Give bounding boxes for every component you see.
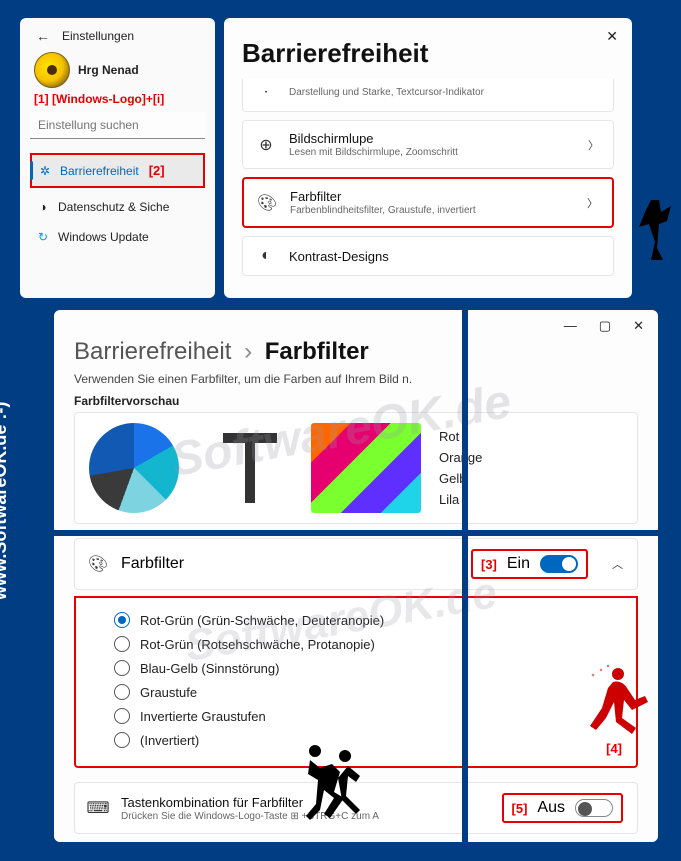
palette-icon: 🎨︎	[258, 194, 276, 212]
radio-icon	[114, 732, 130, 748]
page-title: Barrierefreiheit	[242, 38, 614, 69]
avatar-sunflower-icon	[34, 52, 70, 88]
radio-label: Invertierte Graustufen	[140, 709, 266, 724]
color-list: Rot Orange Gelb Lila	[439, 429, 482, 507]
radio-inverted-grayscale[interactable]: Invertierte Graustufen	[114, 704, 622, 728]
flower-image-icon	[311, 423, 421, 513]
watermark-side: www.SoftwareOK.de :-)	[0, 402, 11, 600]
color-purple: Lila	[439, 492, 482, 507]
card-magnifier-sub: Lesen mit Bildschirmlupe, Zoomschritt	[289, 147, 574, 158]
nav-update-label: Windows Update	[58, 230, 149, 244]
close-button[interactable]: ✕	[606, 28, 618, 45]
card-colorfilter-sub: Farbenblindheitsfilter, Graustufe, inver…	[290, 205, 573, 216]
card-contrast[interactable]: ◐ Kontrast-Designs	[242, 236, 614, 276]
radio-icon	[114, 660, 130, 676]
chevron-right-icon: ›	[244, 338, 252, 365]
back-arrow-icon[interactable]: ←	[36, 28, 50, 44]
card-textcursor-sub: Darstellung und Starke, Textcursor-Indik…	[289, 87, 599, 98]
breadcrumb: Barrierefreiheit › Farbfilter	[74, 338, 638, 366]
radio-inverted[interactable]: (Invertiert)	[114, 728, 622, 752]
minimize-button[interactable]: —	[564, 318, 577, 334]
radio-protanopia[interactable]: Rot-Grün (Rotsehschwäche, Protanopie)	[114, 632, 622, 656]
annotation-5: [5]	[512, 801, 528, 816]
nav-accessibility[interactable]: ✲ Barrierefreiheit [2]	[32, 155, 203, 186]
settings-sidebar-window: ← Einstellungen Hrg Nenad [1] [Windows-L…	[20, 18, 215, 298]
user-name: Hrg Nenad	[78, 63, 139, 77]
radio-label: Blau-Gelb (Sinnstörung)	[140, 661, 279, 676]
shortcut-title: Tastenkombination für Farbfilter	[121, 795, 488, 810]
colorfilter-window: — ▢ ✕ Barrierefreiheit › Farbfilter Verw…	[54, 310, 658, 842]
t-shape-icon	[245, 433, 255, 503]
update-icon: ↻	[36, 230, 50, 244]
annotation-2: [2]	[149, 163, 165, 178]
chevron-right-icon: 〉	[587, 195, 598, 211]
magnifier-icon: ⊕	[257, 136, 275, 154]
radio-label: Rot-Grün (Grün-Schwäche, Deuteranopie)	[140, 613, 384, 628]
color-yellow: Gelb	[439, 471, 482, 486]
colorfilter-toggle-row: 🎨︎ Farbfilter [3] Ein ︿	[74, 538, 638, 590]
nav-accessibility-label: Barrierefreiheit	[60, 164, 139, 178]
radio-label: Graustufe	[140, 685, 197, 700]
nav-privacy-label: Datenschutz & Siche	[58, 200, 169, 214]
radio-deuteranopia[interactable]: Rot-Grün (Grün-Schwäche, Deuteranopie)	[114, 608, 622, 632]
radio-label: Rot-Grün (Rotsehschwäche, Protanopie)	[140, 637, 375, 652]
radio-icon	[114, 708, 130, 724]
color-red: Rot	[439, 429, 482, 444]
card-colorfilter[interactable]: 🎨︎ Farbfilter Farbenblindheitsfilter, Gr…	[242, 177, 614, 228]
nav-privacy[interactable]: ◑ Datenschutz & Siche	[30, 192, 205, 222]
toggle-off-label: Aus	[537, 799, 565, 817]
annotation-1: [1] [Windows-Logo]+[i]	[34, 92, 205, 106]
radio-icon	[114, 636, 130, 652]
settings-title: Einstellungen	[62, 29, 134, 43]
chevron-up-icon[interactable]: ︿	[612, 556, 623, 572]
chevron-right-icon: 〉	[588, 137, 599, 153]
accessibility-page: ✕ Barrierefreiheit · Darstellung und Sta…	[224, 18, 632, 298]
search-input[interactable]	[30, 112, 205, 139]
pie-chart-preview-icon	[89, 423, 179, 513]
textcursor-icon: ·	[257, 83, 275, 101]
colorfilter-toggle[interactable]	[540, 555, 578, 573]
radio-icon	[114, 684, 130, 700]
colorfilter-row-title: Farbfilter	[121, 555, 184, 573]
card-magnifier-title: Bildschirmlupe	[289, 131, 574, 146]
decorative-silhouette-icon	[635, 200, 675, 260]
annotation-4: [4]	[606, 741, 622, 756]
toggle-on-label: Ein	[507, 555, 530, 573]
preview-label: Farbfiltervorschau	[74, 394, 638, 408]
palette-icon: 🎨︎	[89, 555, 107, 573]
card-contrast-title: Kontrast-Designs	[289, 249, 599, 264]
shortcut-sub: Drücken Sie die Windows-Logo-Taste ⊞ +ST…	[121, 811, 488, 822]
card-magnifier[interactable]: ⊕ Bildschirmlupe Lesen mit Bildschirmlup…	[242, 120, 614, 169]
radio-icon	[114, 612, 130, 628]
shortcut-toggle[interactable]	[575, 799, 613, 817]
user-account-row[interactable]: Hrg Nenad	[34, 52, 205, 88]
radio-label: (Invertiert)	[140, 733, 199, 748]
card-colorfilter-title: Farbfilter	[290, 189, 573, 204]
breadcrumb-current: Farbfilter	[265, 338, 369, 365]
maximize-button[interactable]: ▢	[599, 318, 611, 334]
close-button[interactable]: ✕	[633, 318, 644, 334]
filter-options-group: Rot-Grün (Grün-Schwäche, Deuteranopie) R…	[74, 596, 638, 768]
accessibility-icon: ✲	[38, 164, 52, 178]
annotation-3: [3]	[481, 557, 497, 572]
page-subtitle: Verwenden Sie einen Farbfilter, um die F…	[74, 372, 638, 386]
contrast-icon: ◐	[257, 247, 275, 265]
breadcrumb-parent[interactable]: Barrierefreiheit	[74, 338, 231, 365]
privacy-icon: ◑	[36, 200, 50, 214]
card-textcursor[interactable]: · Darstellung und Starke, Textcursor-Ind…	[242, 79, 614, 112]
shortcut-toggle-row: ⌨ Tastenkombination für Farbfilter Drück…	[74, 782, 638, 834]
nav-windows-update[interactable]: ↻ Windows Update	[30, 222, 205, 252]
color-preview-box: Rot Orange Gelb Lila	[74, 412, 638, 524]
keyboard-icon: ⌨	[89, 799, 107, 817]
radio-grayscale[interactable]: Graustufe	[114, 680, 622, 704]
color-orange: Orange	[439, 450, 482, 465]
radio-tritanopia[interactable]: Blau-Gelb (Sinnstörung)	[114, 656, 622, 680]
